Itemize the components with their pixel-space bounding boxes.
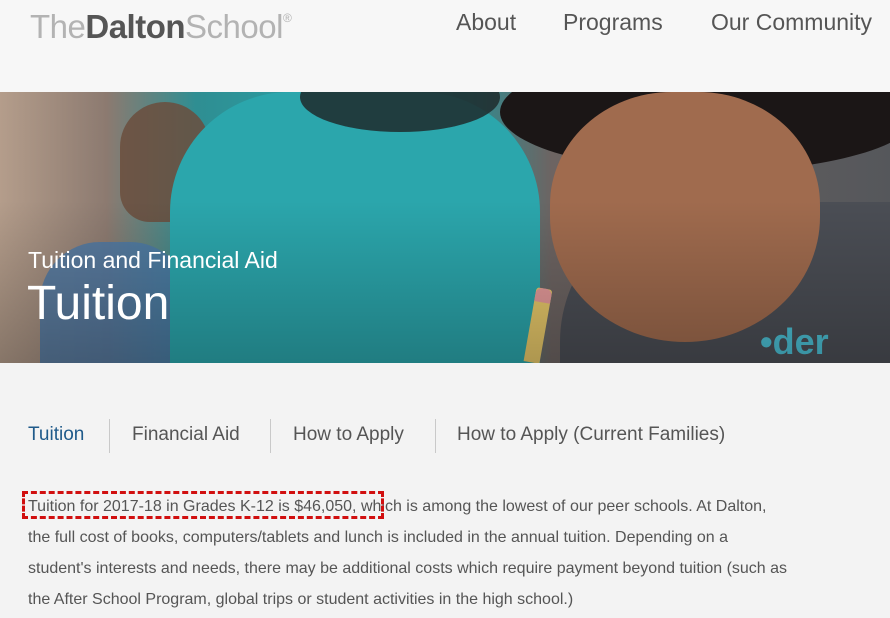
paragraph-line-4: the After School Program, global trips o… [28,591,574,608]
logo-dalton: Dalton [85,8,186,45]
hero-subtitle: Tuition and Financial Aid [28,247,278,273]
paragraph-line-1-rest: which is among the lowest of our peer sc… [356,498,767,515]
hero-banner: •der Tuition and Financial Aid Tuition [0,92,890,363]
page: TheDaltonSchool® About Programs Our Comm… [0,0,890,618]
tab-divider [435,419,436,453]
tab-divider [109,419,110,453]
logo-registered-mark: ® [282,11,292,25]
tab-financial-aid[interactable]: Financial Aid [132,424,240,446]
nav-programs[interactable]: Programs [563,9,663,36]
school-logo[interactable]: TheDaltonSchool® [30,8,292,46]
site-header: TheDaltonSchool® About Programs Our Comm… [0,0,890,92]
logo-the: The [30,8,86,45]
logo-school: School [185,8,283,45]
tab-how-to-apply-current-families[interactable]: How to Apply (Current Families) [457,424,725,446]
tab-how-to-apply[interactable]: How to Apply [293,424,404,446]
tab-divider [270,419,271,453]
tuition-amount-text: Tuition for 2017-18 in Grades K-12 is $4… [28,498,357,515]
nav-about[interactable]: About [456,9,516,36]
paragraph-line-3: student's interests and needs, there may… [28,560,788,577]
hero-title: Tuition [27,277,170,330]
paragraph-line: Tuition for 2017-18 in Grades K-12 is $4… [28,491,868,522]
paragraph-line-2: the full cost of books, computers/tablet… [28,529,729,546]
tab-tuition[interactable]: Tuition [28,424,84,446]
nav-our-community[interactable]: Our Community [711,9,872,36]
tuition-paragraph: Tuition for 2017-18 in Grades K-12 is $4… [28,491,868,615]
